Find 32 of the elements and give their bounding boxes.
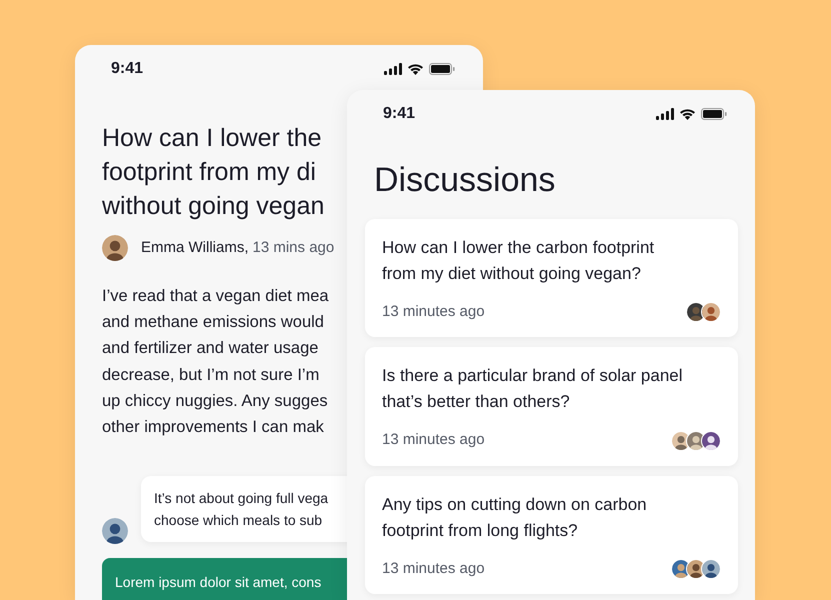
author-name: Emma Williams, [141,238,248,258]
signal-icon [656,108,674,120]
wifi-icon [679,108,696,120]
reply-line: Lorem ipsum dolor sit amet, cons [115,573,322,592]
body-line: and methane emissions would [102,312,324,334]
battery-icon [429,63,455,75]
discussion-title: How can I lower the carbon footprint from my diet without going vegan? [382,236,656,285]
discussion-title: Is there a particular brand of solar panel that’s better than others? [382,365,684,414]
comment-line: It’s not about going full vega [154,489,328,508]
battery-icon [701,108,727,120]
title-line: How can I lower the [102,123,322,154]
post-time: 13 mins ago [252,238,334,258]
body-line: I’ve read that a vegan diet mea [102,286,329,307]
title-line: without going vegan [102,191,324,222]
discussion-time: 13 minutes ago [382,558,485,579]
time-text: 9:41 [111,59,144,79]
comment-line: choose which meals to sub [154,511,322,530]
discussion-card[interactable]: Any tips on cutting down on carbon footprint from long flights? 13 minutes ago [365,476,738,594]
discussion-time: 13 minutes ago [382,430,485,450]
page-heading: Discussions [374,160,556,201]
title-line: footprint from my di [102,157,316,188]
discussion-title: Any tips on cutting down on carbon footprint from long flights? [382,494,648,542]
body-line: other improvements I can mak [102,417,324,438]
time-text: 9:41 [383,104,416,124]
wifi-icon [407,63,424,75]
body-line: up chiccy nuggies. Any sugges [102,390,328,412]
discussion-card[interactable]: Is there a particular brand of solar panel that’s better than others? 13 minutes ago [365,347,738,466]
discussion-time: 13 minutes ago [382,302,485,322]
signal-icon [384,63,402,75]
discussion-card[interactable]: How can I lower the carbon footprint from my diet without going vegan? 13 minutes ago [365,218,738,338]
body-line: and fertilizer and water usage [102,338,318,360]
body-line: decrease, but I’m not sure I’m [102,364,320,386]
